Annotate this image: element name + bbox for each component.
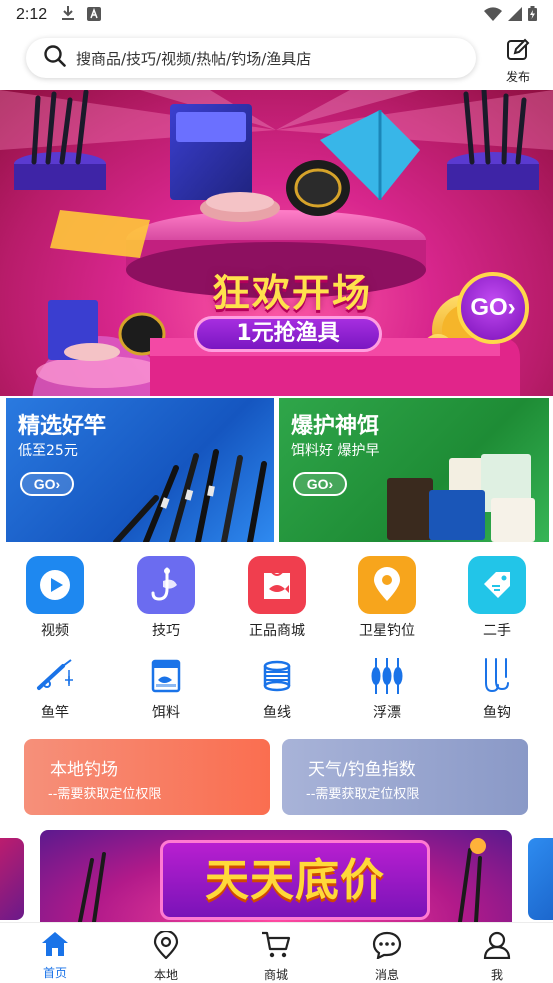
category-hook[interactable]: 鱼钩 <box>452 656 542 722</box>
banner-go-button[interactable]: GO› <box>457 272 529 344</box>
tab-me[interactable]: 我 <box>457 931 537 983</box>
edit-icon <box>506 38 530 66</box>
promo-subtitle: 饵料好 爆护早 <box>291 443 380 459</box>
local-fishing-spot-card[interactable]: 本地钓场 --需要获取定位权限 <box>24 739 270 815</box>
tab-label: 我 <box>490 968 503 982</box>
fishing-line-icon <box>257 656 297 696</box>
search-icon <box>44 45 66 71</box>
tab-messages[interactable]: 消息 <box>347 931 427 983</box>
bottom-carousel: 天天底价 <box>0 830 553 922</box>
feature-label: 卫星钓位 <box>359 623 415 639</box>
category-grid: 鱼竿 饵料 鱼线 浮漂 鱼钩 <box>0 656 553 722</box>
fishing-rod-icon <box>35 656 75 696</box>
status-time: 2:12 <box>16 6 48 23</box>
category-line[interactable]: 鱼线 <box>232 656 322 722</box>
tab-home[interactable]: 首页 <box>15 931 95 981</box>
feature-video[interactable]: 视频 <box>10 556 100 640</box>
category-label: 饵料 <box>152 705 180 721</box>
publish-button[interactable]: 发布 <box>500 38 536 84</box>
app-notification-icon <box>87 6 102 25</box>
promo-card-bait[interactable]: 爆护神饵 饵料好 爆护早 GO› <box>279 398 549 542</box>
feature-label: 视频 <box>41 623 69 639</box>
category-rod[interactable]: 鱼竿 <box>10 656 100 722</box>
wifi-icon <box>484 6 502 25</box>
status-indicators <box>484 5 537 25</box>
search-placeholder: 搜商品/技巧/视频/热帖/钓场/渔具店 <box>76 49 312 68</box>
carousel-current-slide[interactable]: 天天底价 <box>40 830 512 922</box>
banner-title: 狂欢开场 <box>211 271 372 315</box>
status-notifications <box>61 5 102 25</box>
carousel-title: 天天底价 <box>205 855 385 906</box>
tab-label: 首页 <box>42 966 67 980</box>
promo-go-button[interactable]: GO› <box>20 472 74 496</box>
fishing-rods-image <box>113 449 267 542</box>
promo-go-button[interactable]: GO› <box>293 472 347 496</box>
header: 搜商品/技巧/视频/热帖/钓场/渔具店 发布 <box>0 30 553 90</box>
app-screen: 2:12 搜商品/技巧/视频/热帖/钓场/渔具店 发布 狂欢开场 1元抢渔具 G… <box>0 0 553 983</box>
feature-label: 技巧 <box>152 623 180 639</box>
promo-title: 精选好竿 <box>18 414 107 439</box>
download-icon <box>61 5 75 25</box>
tab-label: 消息 <box>374 968 399 982</box>
status-bar: 2:12 <box>0 0 553 30</box>
feature-spot[interactable]: 卫星钓位 <box>342 556 432 640</box>
user-icon <box>483 931 511 963</box>
bait-box-icon <box>146 656 186 696</box>
bottom-tab-bar: 首页 本地 商城 消息 我 <box>0 922 553 983</box>
category-label: 鱼线 <box>263 705 291 721</box>
chat-icon <box>372 931 402 963</box>
category-label: 鱼钩 <box>483 705 511 721</box>
fish-hook-icon <box>477 656 517 696</box>
battery-icon <box>528 5 537 25</box>
main-promo-banner[interactable]: 狂欢开场 1元抢渔具 GO› <box>0 90 553 396</box>
loc-title: 本地钓场 <box>50 760 118 780</box>
feature-label: 二手 <box>483 623 511 639</box>
tab-mall[interactable]: 商城 <box>236 931 316 983</box>
price-tag-icon <box>468 556 526 614</box>
feature-secondhand[interactable]: 二手 <box>452 556 542 640</box>
tab-label: 商城 <box>263 968 288 982</box>
category-label: 浮漂 <box>373 705 401 721</box>
banner-subtitle: 1元抢渔具 <box>194 316 382 352</box>
loc-subtitle: --需要获取定位权限 <box>48 787 162 802</box>
home-icon <box>41 931 69 961</box>
publish-label: 发布 <box>505 70 530 84</box>
feature-label: 正品商城 <box>249 623 305 639</box>
location-pin-icon <box>358 556 416 614</box>
weather-fishing-index-card[interactable]: 天气/钓鱼指数 --需要获取定位权限 <box>282 739 528 815</box>
shopping-bag-icon <box>248 556 306 614</box>
carousel-next-slide[interactable] <box>528 838 553 920</box>
loc-subtitle: --需要获取定位权限 <box>306 787 420 802</box>
tab-label: 本地 <box>153 968 178 982</box>
loc-title: 天气/钓鱼指数 <box>308 760 416 780</box>
map-pin-icon <box>153 929 179 963</box>
float-icon <box>367 656 407 696</box>
play-icon <box>26 556 84 614</box>
tab-local[interactable]: 本地 <box>126 929 206 983</box>
promo-title: 爆护神饵 <box>291 414 380 439</box>
promo-row: 精选好竿 低至25元 GO› 爆护神饵 饵料好 爆护早 GO› <box>0 396 553 544</box>
category-bait[interactable]: 饵料 <box>121 656 211 722</box>
feature-grid: 视频 技巧 正品商城 卫星钓位 二手 <box>0 556 553 646</box>
category-label: 鱼竿 <box>41 705 69 721</box>
search-input[interactable]: 搜商品/技巧/视频/热帖/钓场/渔具店 <box>26 38 476 78</box>
feature-mall[interactable]: 正品商城 <box>232 556 322 640</box>
promo-card-rods[interactable]: 精选好竿 低至25元 GO› <box>6 398 274 542</box>
promo-subtitle: 低至25元 <box>18 443 78 459</box>
carousel-prev-slide[interactable] <box>0 838 24 920</box>
feature-tips[interactable]: 技巧 <box>121 556 211 640</box>
category-float[interactable]: 浮漂 <box>342 656 432 722</box>
cart-icon <box>261 931 291 963</box>
signal-icon <box>508 6 522 25</box>
fishing-hook-icon <box>137 556 195 614</box>
